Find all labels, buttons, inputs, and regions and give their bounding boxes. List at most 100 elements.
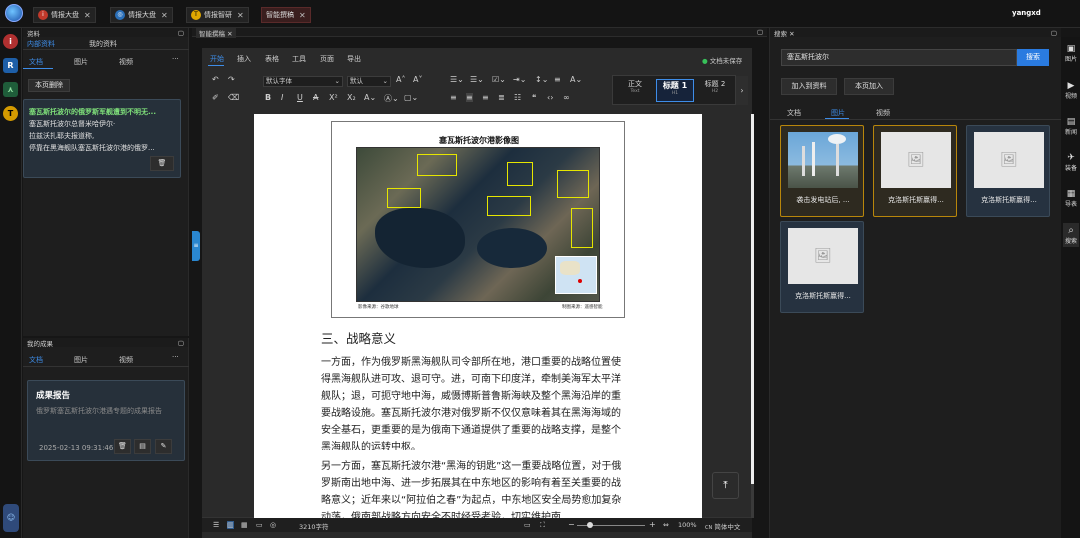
close-icon[interactable]: ✕ <box>84 11 91 20</box>
search-input[interactable]: 塞瓦斯托波尔 <box>781 49 1017 66</box>
side-nav-images[interactable]: ▣ 图片 <box>1063 44 1079 63</box>
tab-videos[interactable]: 视频 <box>876 108 890 118</box>
search-button[interactable]: 搜索 <box>1017 49 1049 66</box>
font-color-icon[interactable]: A⌄ <box>364 93 376 102</box>
align-center-icon[interactable]: ≡ <box>466 93 473 102</box>
r-app-icon[interactable]: R <box>3 58 18 73</box>
clear-format-icon[interactable]: ⌫ <box>228 93 239 102</box>
strikethrough-icon[interactable]: A <box>313 93 318 102</box>
ribbon-tab-table[interactable]: 表格 <box>265 54 279 64</box>
font-select[interactable]: 默认字体 ⌄ <box>263 76 343 87</box>
close-icon[interactable]: ✕ <box>789 30 794 38</box>
side-nav-export[interactable]: ▦ 导表 <box>1063 189 1079 208</box>
zoom-in-icon[interactable]: + <box>649 520 656 529</box>
highlight-icon[interactable]: Ⓐ⌄ <box>384 93 399 104</box>
more-icon[interactable]: ··· <box>172 353 179 361</box>
delete-page-button[interactable]: 本页删除 <box>28 79 70 92</box>
more-icon[interactable]: ··· <box>172 55 179 63</box>
scrollbar-thumb[interactable] <box>751 114 754 484</box>
assistant-robot-icon[interactable]: ☺ <box>3 504 19 532</box>
font-increase-icon[interactable]: A˄ <box>396 75 405 84</box>
section-heading[interactable]: 三、战略意义 <box>321 328 396 347</box>
justify-icon[interactable]: ≣ <box>498 93 505 102</box>
result-thumbnail[interactable]: 🖼 克洛斯托斯赢得... <box>966 125 1050 217</box>
border-icon[interactable]: ▢⌄ <box>404 93 418 102</box>
result-thumbnail[interactable]: 袭击发电站后, ... <box>780 125 864 217</box>
fit-width-icon[interactable]: ⇔ <box>663 521 669 529</box>
line-height-icon[interactable]: ↕⌄ <box>535 75 548 84</box>
tab-intel-dashboard-2[interactable]: ◎ 情报大盘 ✕ <box>110 7 173 23</box>
zoom-level[interactable]: 100% <box>678 521 697 529</box>
report-card[interactable]: 成果报告 俄罗斯塞瓦斯托波尔港遇专题的成果报告 2025-02-13 09:31… <box>27 380 185 461</box>
format-painter-icon[interactable]: ✐ <box>212 93 219 102</box>
size-select[interactable]: 默认 ⌄ <box>347 76 391 87</box>
tab-intel-research[interactable]: T 情报智研 ✕ <box>186 7 249 23</box>
undo-icon[interactable]: ↶ <box>212 75 219 84</box>
zoom-out-icon[interactable]: − <box>568 520 575 529</box>
panel-window-icon[interactable]: ▢ <box>178 29 184 37</box>
tab-my-materials[interactable]: 我的资料 <box>89 39 117 49</box>
indent-icon[interactable]: ⇥⌄ <box>513 75 526 84</box>
ribbon-tab-tools[interactable]: 工具 <box>292 54 306 64</box>
tab-internal-materials[interactable]: 内部资料 <box>27 39 55 49</box>
read-view-icon[interactable]: ▭ <box>256 521 263 529</box>
code-icon[interactable]: ‹› <box>547 93 553 102</box>
panel-window-icon[interactable]: ▢ <box>757 28 763 36</box>
paragraph-icon[interactable]: ≡ <box>554 75 561 84</box>
side-nav-search[interactable]: ⌕ 搜索 <box>1063 223 1079 247</box>
add-page-button[interactable]: 本页加入 <box>844 78 894 95</box>
paragraph[interactable]: 一方面，作为俄罗斯黑海舰队司令部所在地，港口重要的战略位置使得黑海舰队进可攻、退… <box>321 354 629 450</box>
info-icon[interactable]: i <box>3 34 18 49</box>
material-note-card[interactable]: 塞瓦斯托波尔的俄罗斯军舰遭到不明无... 塞瓦斯托波尔总督米哈伊尔· 拉兹沃扎耶… <box>23 99 181 178</box>
style-heading1[interactable]: 标题 1 H1 <box>656 79 694 102</box>
tab-videos[interactable]: 视频 <box>119 355 133 365</box>
side-nav-videos[interactable]: ▶ 视频 <box>1063 81 1079 100</box>
font-decrease-icon[interactable]: A˅ <box>413 75 422 84</box>
trash-icon[interactable]: 🗑 <box>150 156 174 171</box>
close-icon[interactable]: ✕ <box>299 11 306 20</box>
numbered-list-icon[interactable]: ☰⌄ <box>470 75 484 84</box>
outline-icon[interactable]: ☰ <box>213 521 219 529</box>
back-to-top-button[interactable]: ⤒ <box>712 472 739 499</box>
tab-documents[interactable]: 文档 <box>787 108 801 118</box>
align-right-icon[interactable]: ≡ <box>482 93 489 102</box>
fullscreen-icon[interactable]: ⛶ <box>540 521 545 530</box>
username[interactable]: yangxd <box>1012 9 1041 17</box>
tab-smart-writing[interactable]: 智能撰稿 ✕ <box>261 7 311 23</box>
analysis-icon[interactable]: ⋏ <box>3 82 18 97</box>
distribute-icon[interactable]: ☷ <box>514 93 521 102</box>
web-view-icon[interactable]: ▦ <box>241 521 248 529</box>
task-list-icon[interactable]: ☑⌄ <box>492 75 506 84</box>
subscript-icon[interactable]: X₂ <box>347 93 356 102</box>
close-icon[interactable]: ✕ <box>161 11 168 20</box>
paragraph[interactable]: 另一方面，塞瓦斯托波尔港“黑海的钥匙”这一重要战略位置，对于俄罗斯南出地中海、进… <box>321 458 629 518</box>
italic-icon[interactable]: I <box>281 93 283 102</box>
zoom-slider-handle[interactable] <box>587 522 593 528</box>
side-nav-news[interactable]: ▤ 新闻 <box>1063 117 1079 136</box>
t-app-icon[interactable]: T <box>3 106 18 121</box>
link-icon[interactable]: ∞ <box>563 93 570 102</box>
page-view-icon[interactable]: ▥ <box>227 521 234 529</box>
ribbon-tab-insert[interactable]: 插入 <box>237 54 251 64</box>
side-nav-equipment[interactable]: ✈ 装备 <box>1063 153 1079 172</box>
text-color-icon[interactable]: A⌄ <box>570 75 582 84</box>
ribbon-tab-page[interactable]: 页面 <box>320 54 334 64</box>
tab-images[interactable]: 图片 <box>74 57 88 67</box>
style-next-icon[interactable]: › <box>736 76 748 105</box>
panel-window-icon[interactable]: ▢ <box>1051 29 1057 37</box>
tab-documents[interactable]: 文档 <box>29 355 43 365</box>
tab-intel-dashboard[interactable]: i 情报大盘 ✕ <box>33 7 96 23</box>
stats-icon[interactable]: ◎ <box>270 521 276 529</box>
bullet-list-icon[interactable]: ☰⌄ <box>450 75 464 84</box>
result-thumbnail[interactable]: 🖼 克洛斯托斯赢得... <box>873 125 957 217</box>
close-icon[interactable]: ✕ <box>237 11 244 20</box>
superscript-icon[interactable]: X² <box>329 93 338 102</box>
char-count[interactable]: 3210字符 <box>299 521 329 531</box>
result-thumbnail[interactable]: 🖼 克洛斯托斯赢得... <box>780 221 864 313</box>
tab-images[interactable]: 图片 <box>831 108 845 118</box>
panel-window-icon[interactable]: ▢ <box>178 339 184 347</box>
trash-icon[interactable]: 🗑 <box>114 439 131 454</box>
quote-icon[interactable]: ❝ <box>532 93 536 102</box>
tab-videos[interactable]: 视频 <box>119 57 133 67</box>
bold-icon[interactable]: B <box>265 93 271 102</box>
